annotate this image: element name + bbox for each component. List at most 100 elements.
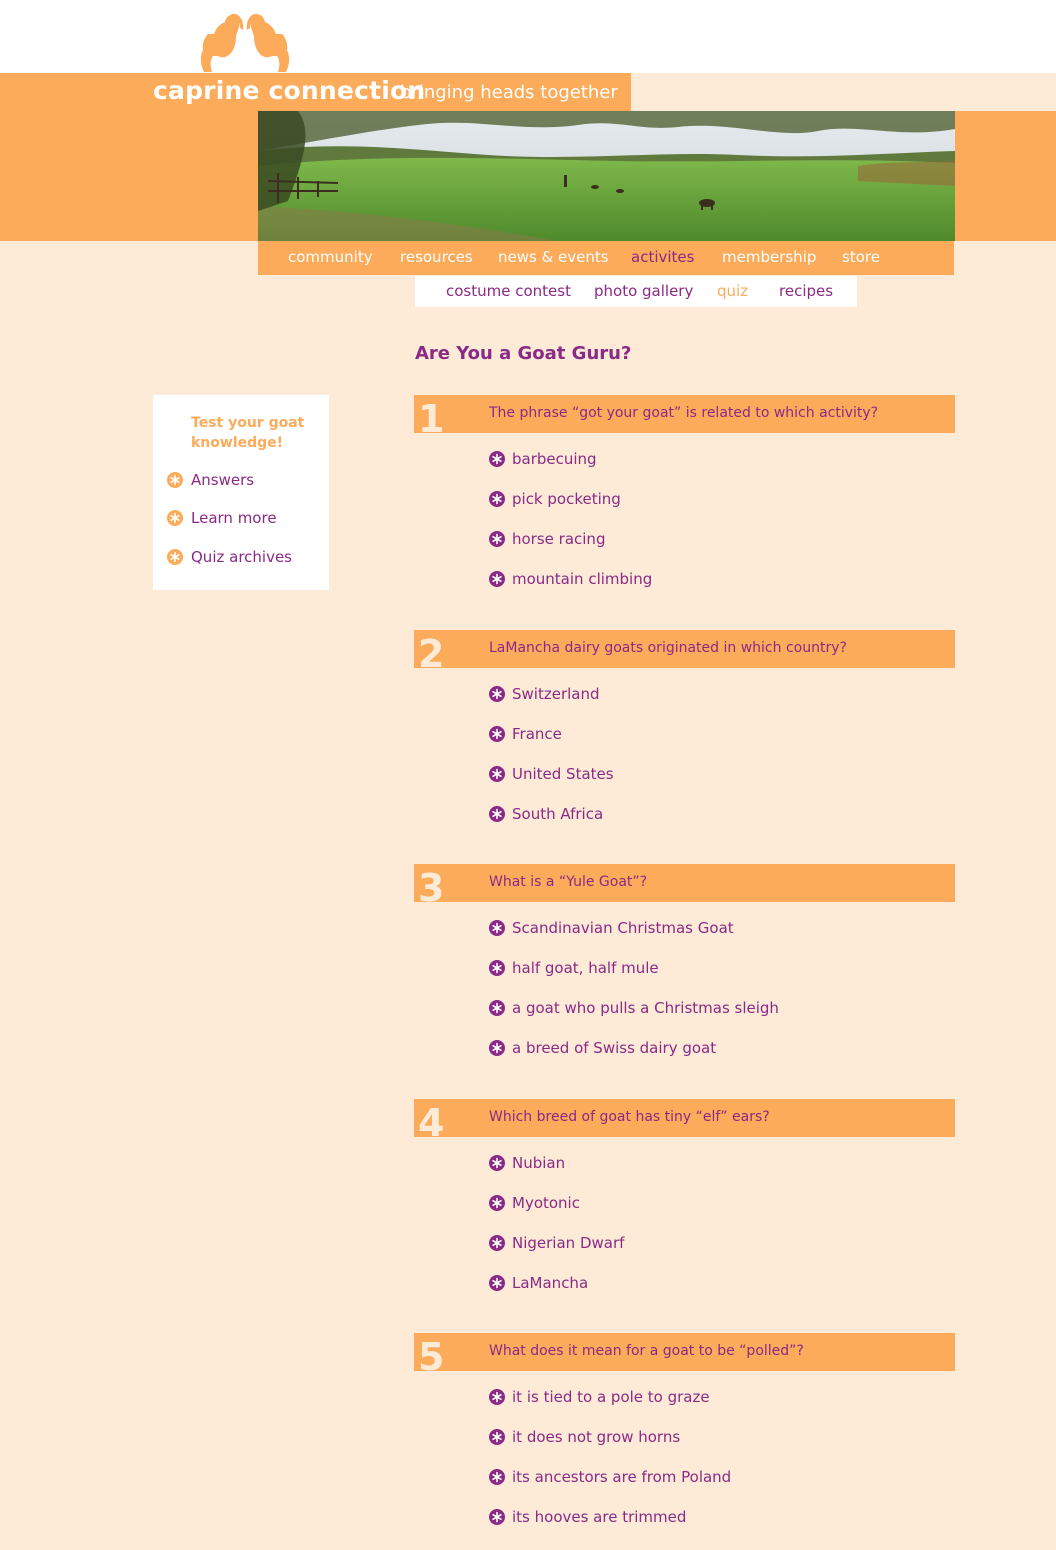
subnav-costume-contest[interactable]: costume contest (446, 282, 571, 300)
answer-option[interactable]: barbecuing (414, 439, 955, 479)
sidebar-link-label: Learn more (191, 509, 277, 527)
sub-nav: costume contest photo gallery quiz recip… (415, 276, 857, 307)
answer-option[interactable]: Nigerian Dwarf (414, 1223, 955, 1263)
sidebar-link-learn-more[interactable]: Learn more (167, 509, 277, 527)
answer-option[interactable]: it is tied to a pole to graze (414, 1377, 955, 1417)
answer-options: Switzerland France United States South Afri… (414, 668, 955, 834)
answer-option[interactable]: France (414, 714, 955, 754)
answer-option[interactable]: United States (414, 754, 955, 794)
question-block: 5 What does it mean for a goat to be “pol… (414, 1333, 955, 1537)
asterisk-bullet-icon (489, 806, 505, 822)
nav-news-events[interactable]: news & events (498, 248, 609, 266)
asterisk-bullet-icon (489, 960, 505, 976)
asterisk-bullet-icon (489, 1469, 505, 1485)
asterisk-bullet-icon (489, 1000, 505, 1016)
asterisk-bullet-icon (489, 1040, 505, 1056)
asterisk-bullet-icon (489, 1275, 505, 1291)
answer-option-label: United States (512, 765, 614, 783)
answer-option-label: a breed of Swiss dairy goat (512, 1039, 717, 1057)
answer-option-label: barbecuing (512, 450, 597, 468)
answer-option-label: horse racing (512, 530, 606, 548)
answer-option-label: it is tied to a pole to graze (512, 1388, 710, 1406)
answer-option[interactable]: a goat who pulls a Christmas sleigh (414, 988, 955, 1028)
answer-option-label: its hooves are trimmed (512, 1508, 687, 1526)
question-number: 5 (418, 1335, 445, 1373)
asterisk-bullet-icon (489, 726, 505, 742)
hero-pasture-image (258, 111, 955, 241)
sidebar-link-answers[interactable]: Answers (167, 471, 254, 489)
question-text: LaMancha dairy goats originated in which… (489, 640, 847, 656)
answer-option[interactable]: it does not grow horns (414, 1417, 955, 1457)
asterisk-bullet-icon (489, 686, 505, 702)
nav-store[interactable]: store (842, 248, 880, 266)
answer-option[interactable]: Scandinavian Christmas Goat (414, 908, 955, 948)
nav-community[interactable]: community (288, 248, 373, 266)
answer-option-label: Nubian (512, 1154, 566, 1172)
answer-option-label: LaMancha (512, 1274, 589, 1292)
subnav-recipes[interactable]: recipes (779, 282, 833, 300)
sidebar-link-label: Quiz archives (191, 548, 292, 566)
asterisk-bullet-icon (167, 472, 183, 488)
nav-activites[interactable]: activites (631, 248, 694, 266)
answer-option[interactable]: a breed of Swiss dairy goat (414, 1028, 955, 1068)
asterisk-bullet-icon (489, 920, 505, 936)
answer-option-label: Scandinavian Christmas Goat (512, 919, 734, 937)
question-number: 2 (418, 632, 445, 670)
question-text: Which breed of goat has tiny “elf” ears? (489, 1109, 770, 1125)
question-header: 1 The phrase “got your goat” is related t… (414, 395, 955, 435)
header-top (0, 0, 1056, 73)
question-number: 3 (418, 866, 445, 904)
answer-option[interactable]: its ancestors are from Poland (414, 1457, 955, 1497)
answer-option[interactable]: Nubian (414, 1143, 955, 1183)
answer-option[interactable]: Myotonic (414, 1183, 955, 1223)
answer-options: it is tied to a pole to graze it does not… (414, 1371, 955, 1537)
asterisk-bullet-icon (489, 571, 505, 587)
answer-option-label: a goat who pulls a Christmas sleigh (512, 999, 779, 1017)
question-block: 3 What is a “Yule Goat”? Scandinavian Chri… (414, 864, 955, 1068)
page-title: Are You a Goat Guru? (415, 343, 632, 364)
question-text: The phrase “got your goat” is related to… (489, 405, 879, 421)
subnav-quiz[interactable]: quiz (717, 282, 748, 300)
question-header: 5 What does it mean for a goat to be “pol… (414, 1333, 955, 1373)
question-header: 3 What is a “Yule Goat”? (414, 864, 955, 904)
answer-option-label: pick pocketing (512, 490, 621, 508)
asterisk-bullet-icon (489, 1389, 505, 1405)
question-text: What is a “Yule Goat”? (489, 874, 648, 890)
nav-resources[interactable]: resources (400, 248, 473, 266)
answer-options: Nubian Myotonic Nigerian Dwarf LaMancha (414, 1137, 955, 1303)
answer-option-label: its ancestors are from Poland (512, 1468, 732, 1486)
asterisk-bullet-icon (167, 549, 183, 565)
nav-membership[interactable]: membership (722, 248, 816, 266)
question-block: 4 Which breed of goat has tiny “elf” ears… (414, 1099, 955, 1303)
asterisk-bullet-icon (489, 1429, 505, 1445)
answer-option[interactable]: LaMancha (414, 1263, 955, 1303)
asterisk-bullet-icon (489, 766, 505, 782)
sidebar: Test your goat knowledge! Answers Learn … (153, 395, 329, 590)
brand-name[interactable]: caprine connection (153, 76, 425, 105)
goats-logo-icon[interactable] (198, 12, 292, 75)
sidebar-heading: Test your goat knowledge! (191, 415, 305, 451)
main-nav: community resources news & events activi… (258, 241, 954, 275)
asterisk-bullet-icon (489, 491, 505, 507)
answer-option[interactable]: South Africa (414, 794, 955, 834)
answer-options: Scandinavian Christmas Goat half goat, ha… (414, 902, 955, 1068)
question-number: 1 (418, 397, 445, 435)
question-header: 4 Which breed of goat has tiny “elf” ears… (414, 1099, 955, 1139)
answer-option[interactable]: pick pocketing (414, 479, 955, 519)
question-number: 4 (418, 1101, 445, 1139)
answer-option[interactable]: its hooves are trimmed (414, 1497, 955, 1537)
answer-option[interactable]: mountain climbing (414, 559, 955, 599)
answer-option-label: Switzerland (512, 685, 600, 703)
question-header: 2 LaMancha dairy goats originated in whic… (414, 630, 955, 670)
subnav-photo-gallery[interactable]: photo gallery (594, 282, 693, 300)
question-block: 2 LaMancha dairy goats originated in whic… (414, 630, 955, 834)
brand-tagline: bringing heads together (400, 82, 618, 103)
answer-option[interactable]: half goat, half mule (414, 948, 955, 988)
title-bar-spacer (631, 73, 1056, 111)
answer-option[interactable]: horse racing (414, 519, 955, 559)
question-block: 1 The phrase “got your goat” is related t… (414, 395, 955, 599)
answer-option[interactable]: Switzerland (414, 674, 955, 714)
asterisk-bullet-icon (489, 1155, 505, 1171)
sidebar-link-quiz-archives[interactable]: Quiz archives (167, 548, 292, 566)
answer-options: barbecuing pick pocketing horse racing moun… (414, 433, 955, 599)
